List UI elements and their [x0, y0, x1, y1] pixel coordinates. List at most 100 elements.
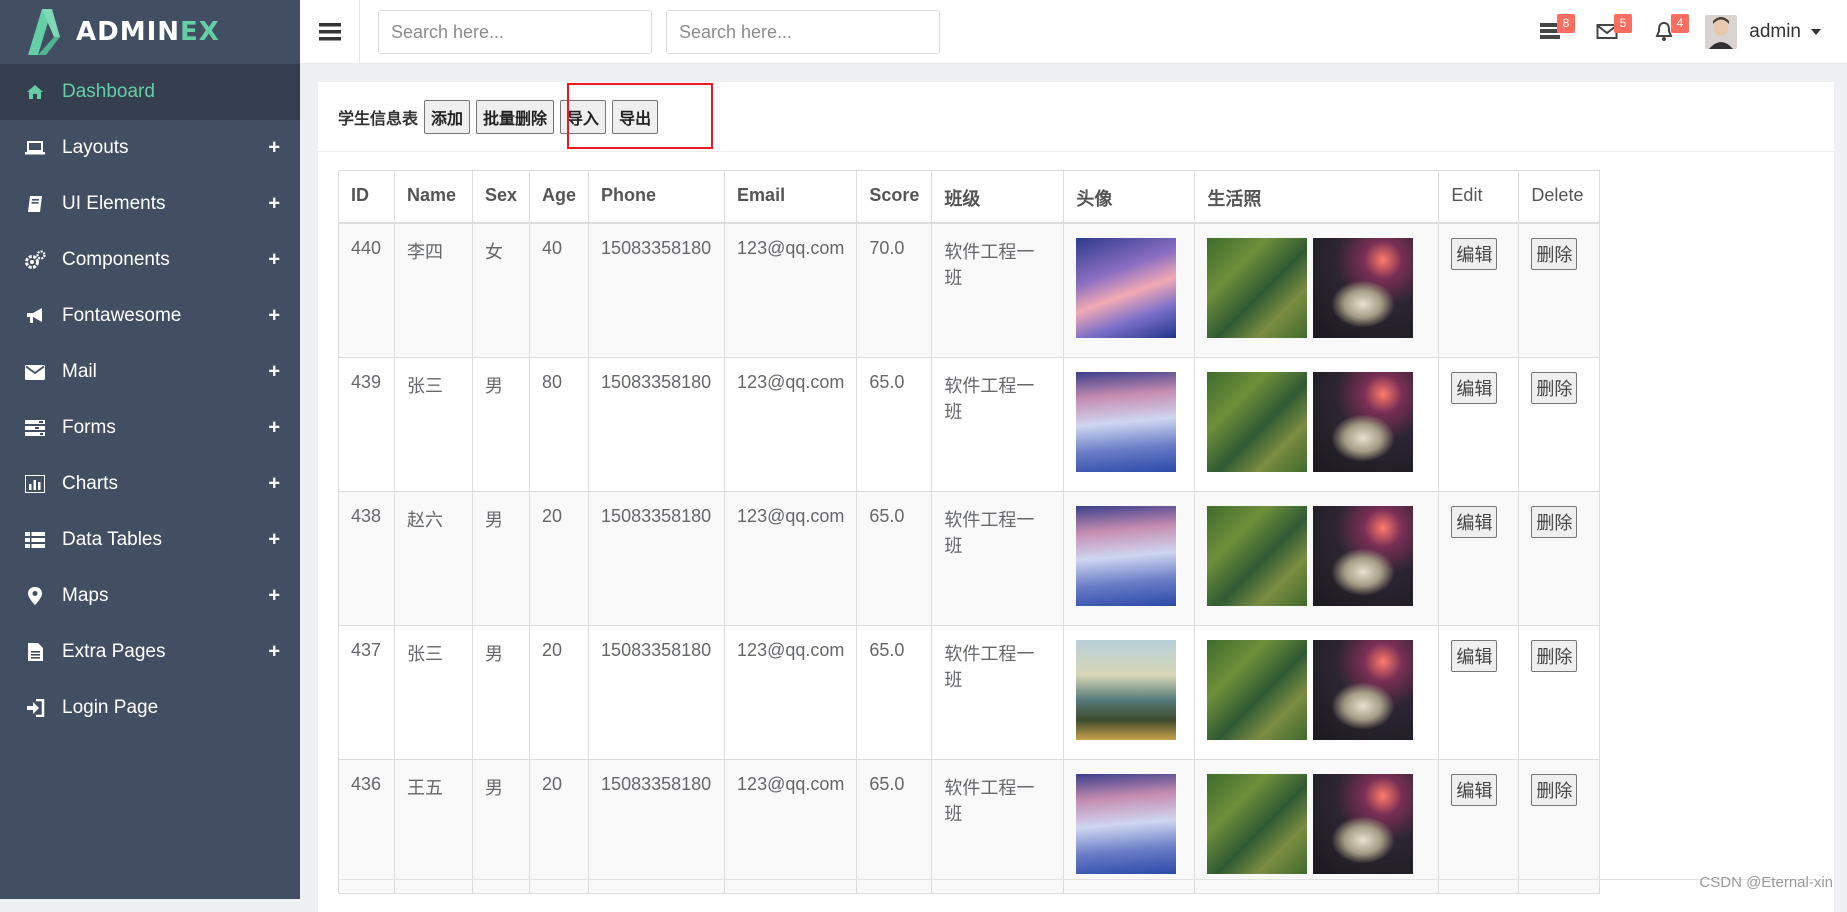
column-header: Score [857, 171, 932, 223]
column-header: Email [725, 171, 857, 223]
edit-button[interactable]: 编辑 [1451, 372, 1497, 404]
table-row: 438赵六男2015083358180123@qq.com65.0软件工程一班编… [339, 491, 1600, 625]
cell-name: 李四 [395, 223, 473, 358]
cogs-icon [24, 249, 46, 271]
delete-button[interactable]: 删除 [1531, 640, 1577, 672]
search-input-1[interactable] [378, 10, 652, 54]
cell-delete: 删除 [1519, 223, 1600, 358]
expand-plus-icon: + [268, 417, 280, 440]
cell-class: 软件工程一班 [932, 223, 1064, 358]
bar-chart-icon [24, 473, 46, 495]
cell-phone: 15083358180 [589, 759, 725, 893]
expand-plus-icon: + [268, 585, 280, 608]
edit-button[interactable]: 编辑 [1451, 506, 1497, 538]
expand-plus-icon: + [268, 641, 280, 664]
cell-edit: 编辑 [1439, 625, 1519, 759]
delete-button[interactable]: 删除 [1531, 372, 1577, 404]
sidebar-item-extra-pages[interactable]: Extra Pages + [0, 624, 300, 680]
cell-edit: 编辑 [1439, 223, 1519, 358]
cell-edit: 编辑 [1439, 759, 1519, 893]
column-header: 生活照 [1195, 171, 1439, 223]
search-input-2[interactable] [666, 10, 940, 54]
sidebar-item-label: Login Page [62, 697, 158, 719]
user-menu[interactable]: admin [1705, 14, 1821, 50]
cell-age: 20 [530, 625, 589, 759]
cell-class: 软件工程一班 [932, 625, 1064, 759]
delete-button[interactable]: 删除 [1531, 506, 1577, 538]
notifications-dropdown[interactable]: 4 [1653, 20, 1679, 46]
table-row: 439张三男8015083358180123@qq.com65.0软件工程一班编… [339, 357, 1600, 491]
cell-email: 123@qq.com [725, 759, 857, 893]
sidebar-item-maps[interactable]: Maps + [0, 568, 300, 624]
cell-sex: 男 [473, 491, 530, 625]
brand-name: ADMINEX [76, 17, 220, 47]
sidebar-item-label: Mail [62, 361, 97, 383]
tasks-icon [24, 417, 46, 439]
expand-plus-icon: + [268, 361, 280, 384]
add-button[interactable]: 添加 [424, 100, 470, 134]
table-row: 436王五男2015083358180123@qq.com65.0软件工程一班编… [339, 759, 1600, 893]
sidebar-item-dashboard[interactable]: Dashboard [0, 64, 300, 120]
sidebar-item-forms[interactable]: Forms+ [0, 400, 300, 456]
sidebar-item-label: Fontawesome [62, 305, 181, 327]
sidebar-item-data-tables[interactable]: Data Tables+ [0, 512, 300, 568]
delete-button[interactable]: 删除 [1531, 238, 1577, 270]
sidebar-item-components[interactable]: Components+ [0, 232, 300, 288]
sidebar-item-label: Layouts [62, 137, 129, 159]
sidebar-item-label: Dashboard [62, 81, 155, 103]
cell-phone: 15083358180 [589, 357, 725, 491]
cell-id: 438 [339, 491, 395, 625]
cell-life-photos [1195, 357, 1439, 491]
sidebar-item-charts[interactable]: Charts+ [0, 456, 300, 512]
life-photo-image [1313, 640, 1413, 740]
cell-phone: 15083358180 [589, 625, 725, 759]
column-header: ID [339, 171, 395, 223]
column-header: Delete [1519, 171, 1600, 223]
cell-delete: 删除 [1519, 625, 1600, 759]
sidebar-item-mail[interactable]: Mail + [0, 344, 300, 400]
avatar-image [1076, 640, 1176, 740]
brand-logo[interactable]: ADMINEX [0, 0, 300, 64]
edit-button[interactable]: 编辑 [1451, 774, 1497, 806]
delete-button[interactable]: 删除 [1531, 774, 1577, 806]
cell-life-photos [1195, 491, 1439, 625]
column-header: 头像 [1064, 171, 1195, 223]
expand-plus-icon: + [268, 529, 280, 552]
table-row: 440李四女4015083358180123@qq.com70.0软件工程一班编… [339, 223, 1600, 358]
sidebar-item-label: Extra Pages [62, 641, 166, 663]
file-icon [24, 641, 46, 663]
expand-plus-icon: + [268, 249, 280, 272]
cell-id: 440 [339, 223, 395, 358]
avatar-image [1076, 372, 1176, 472]
menu-toggle-button[interactable] [300, 0, 360, 64]
cell-class: 软件工程一班 [932, 357, 1064, 491]
sidebar: ADMINEX DashboardLayouts+UI Elements+Com… [0, 0, 300, 899]
sidebar-item-fontawesome[interactable]: Fontawesome+ [0, 288, 300, 344]
edit-button[interactable]: 编辑 [1451, 640, 1497, 672]
sidebar-item-label: UI Elements [62, 193, 165, 215]
sidebar-item-ui-elements[interactable]: UI Elements+ [0, 176, 300, 232]
edit-button[interactable]: 编辑 [1451, 238, 1497, 270]
username-label: admin [1749, 21, 1801, 43]
import-export-highlight-box [567, 83, 713, 149]
laptop-icon [24, 137, 46, 159]
tasks-dropdown[interactable]: 8 [1539, 20, 1565, 46]
sign-in-icon [24, 697, 46, 719]
table-body: 440李四女4015083358180123@qq.com70.0软件工程一班编… [339, 223, 1600, 894]
sidebar-item-login-page[interactable]: Login Page [0, 680, 300, 736]
sidebar-item-layouts[interactable]: Layouts + [0, 120, 300, 176]
table-header-row: IDNameSexAgePhoneEmailScore班级头像生活照EditDe… [339, 171, 1600, 223]
cell-email: 123@qq.com [725, 223, 857, 358]
avatar-image [1076, 774, 1176, 874]
mail-badge: 5 [1614, 14, 1632, 33]
panel-title: 学生信息表 [338, 105, 418, 129]
batch-delete-button[interactable]: 批量删除 [476, 100, 554, 134]
map-marker-icon [24, 585, 46, 607]
column-header: Name [395, 171, 473, 223]
cell-email: 123@qq.com [725, 625, 857, 759]
sidebar-item-label: Maps [62, 585, 108, 607]
expand-plus-icon: + [268, 137, 280, 160]
notifications-badge: 4 [1671, 14, 1689, 33]
life-photo-image [1313, 506, 1413, 606]
mail-dropdown[interactable]: 5 [1596, 20, 1622, 46]
